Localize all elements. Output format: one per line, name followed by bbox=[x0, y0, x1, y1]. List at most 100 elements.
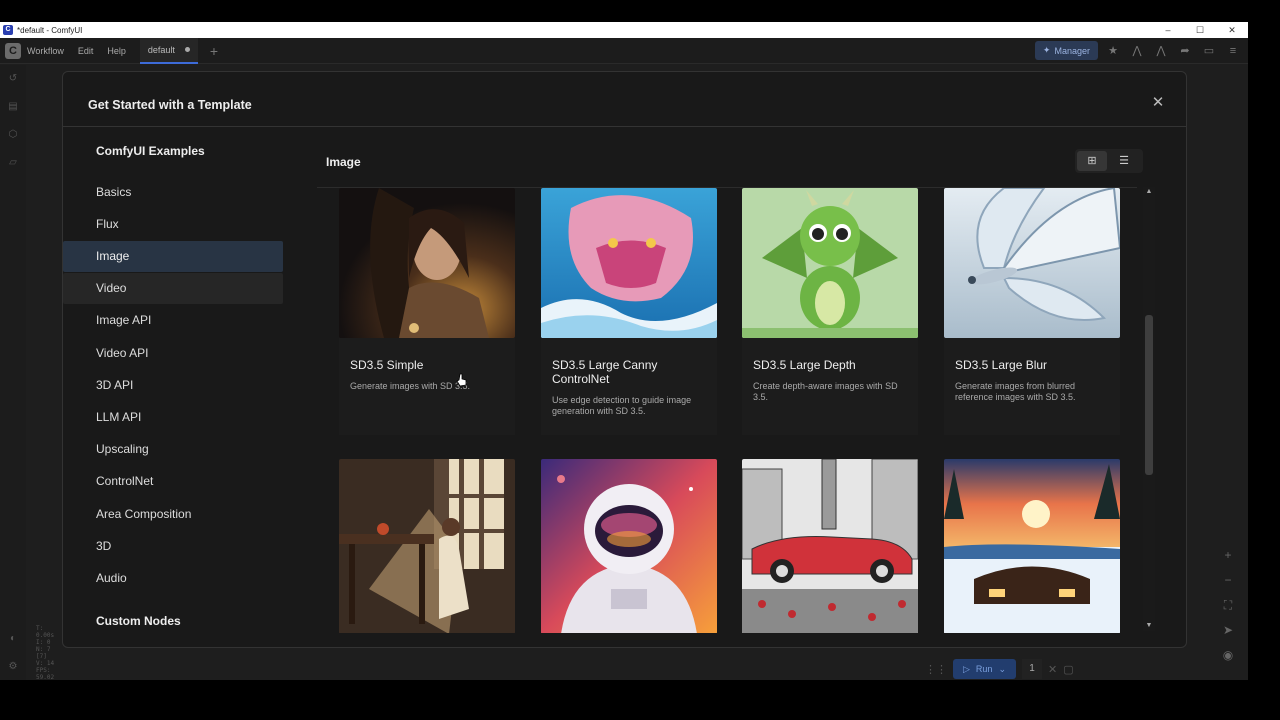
star-icon[interactable]: ★ bbox=[1104, 44, 1122, 57]
nav-item-controlnet[interactable]: ControlNet bbox=[63, 466, 283, 497]
stat-i: I: 0 bbox=[36, 639, 51, 646]
menubar-right-tools: ✦ Manager ★ ⋀ ⋀ ➦ ▭ ≡ bbox=[1034, 41, 1242, 60]
batch-count-input[interactable]: 1 bbox=[1021, 659, 1042, 679]
template-card-body: SD3.5 Large Depth Create depth-aware ima… bbox=[742, 338, 918, 435]
template-thumbnail bbox=[339, 459, 515, 633]
grid-scrollbar[interactable]: ▲ ▼ bbox=[1143, 187, 1155, 631]
run-label: Run bbox=[975, 664, 993, 674]
play-icon: ▷ bbox=[963, 663, 970, 674]
template-card[interactable] bbox=[541, 459, 717, 633]
section-title: Image bbox=[326, 155, 361, 169]
template-card-sd35-simple[interactable]: SD3.5 Simple Generate images with SD 3.5… bbox=[339, 188, 515, 435]
comfyui-logo-icon[interactable]: C bbox=[5, 42, 21, 59]
menu-edit[interactable]: Edit bbox=[78, 46, 94, 56]
nav-item-upscaling[interactable]: Upscaling bbox=[63, 434, 283, 465]
list-view-icon[interactable]: ☰ bbox=[1109, 151, 1139, 171]
template-card-sd35-large-depth[interactable]: SD3.5 Large Depth Create depth-aware ima… bbox=[742, 188, 918, 435]
zoom-in-icon[interactable]: + bbox=[1216, 548, 1240, 573]
panel-toggle-icon[interactable]: ▭ bbox=[1200, 44, 1218, 57]
template-thumbnail bbox=[944, 459, 1120, 633]
puzzle-icon: ✦ bbox=[1042, 45, 1051, 55]
share-icon[interactable]: ➦ bbox=[1176, 44, 1194, 57]
fit-view-icon[interactable]: ⛶ bbox=[1216, 598, 1240, 623]
template-card[interactable] bbox=[742, 459, 918, 633]
nav-item-flux[interactable]: Flux bbox=[63, 209, 283, 240]
grid-view-icon[interactable]: ⊞ bbox=[1077, 151, 1107, 171]
run-toolbar: ⋮⋮ ▷ Run ⌄ 1 ✕ ▢ bbox=[925, 658, 1115, 680]
scroll-up-icon[interactable]: ▲ bbox=[1143, 187, 1155, 197]
folder-icon[interactable]: ▱ bbox=[0, 149, 26, 177]
node-library-icon[interactable]: ⬡ bbox=[0, 121, 26, 149]
window-titlebar: C *default - ComfyUI – ☐ ✕ bbox=[0, 22, 1248, 38]
stat-n: N: 7 [7] bbox=[36, 646, 51, 660]
left-sidebar-rail: ↺ ▤ ⬡ ▱ ◐ ⚙ T: 0.00s I: 0 N: 7 [7] V: 14… bbox=[0, 65, 54, 680]
theme-toggle-icon[interactable]: ◐ bbox=[0, 625, 26, 653]
stat-time: T: 0.00s bbox=[36, 625, 55, 639]
canvas-controls: + − ⛶ ➤ ◉ bbox=[1216, 548, 1240, 673]
template-card[interactable] bbox=[944, 459, 1120, 633]
settings-gear-icon[interactable]: ⚙ bbox=[0, 653, 26, 680]
scrollbar-thumb[interactable] bbox=[1145, 315, 1153, 475]
nav-item-3d-api[interactable]: 3D API bbox=[63, 370, 283, 401]
window-close-button[interactable]: ✕ bbox=[1216, 22, 1248, 38]
workflow-tab-label: default bbox=[147, 44, 175, 55]
manager-button[interactable]: ✦ Manager bbox=[1034, 41, 1098, 60]
drag-handle-icon[interactable]: ⋮⋮ bbox=[925, 663, 947, 676]
new-tab-plus-icon[interactable]: + bbox=[210, 43, 218, 59]
visibility-eye-icon[interactable]: ◉ bbox=[1216, 648, 1240, 673]
dialog-close-icon[interactable]: ✕ bbox=[1150, 95, 1166, 112]
template-category-nav: ComfyUI Examples Basics Flux Image Video… bbox=[63, 128, 284, 647]
chevron-down-icon[interactable]: ⌄ bbox=[998, 664, 1006, 675]
template-card-desc: Generate images from blurred reference i… bbox=[955, 381, 1076, 402]
top-menubar: C Workflow Edit Help default + ✦ Manager… bbox=[0, 38, 1248, 64]
template-card-body: SD3.5 Large Canny ControlNet Use edge de… bbox=[541, 338, 717, 435]
template-card[interactable] bbox=[339, 459, 515, 633]
template-card-sd35-large-canny-controlnet[interactable]: SD3.5 Large Canny ControlNet Use edge de… bbox=[541, 188, 717, 435]
nav-item-3d[interactable]: 3D bbox=[63, 531, 283, 562]
model-alt-icon[interactable]: ⋀ bbox=[1152, 44, 1170, 57]
template-card-desc: Use edge detection to guide image genera… bbox=[552, 395, 692, 416]
unsaved-dot-icon bbox=[184, 47, 190, 52]
cancel-x-icon[interactable]: ✕ bbox=[1048, 663, 1057, 676]
stat-v: V: 14 bbox=[36, 660, 55, 667]
template-thumbnail bbox=[742, 459, 918, 633]
maximize-button[interactable]: ☐ bbox=[1184, 22, 1216, 38]
nav-item-video-api[interactable]: Video API bbox=[63, 338, 283, 369]
template-thumbnail bbox=[541, 459, 717, 633]
dialog-header: Get Started with a Template ✕ bbox=[63, 72, 1186, 127]
template-thumbnail bbox=[541, 188, 717, 338]
template-card-sd35-large-blur[interactable]: SD3.5 Large Blur Generate images from bl… bbox=[944, 188, 1120, 435]
comfyui-app-icon: C bbox=[3, 25, 13, 35]
template-thumbnail bbox=[944, 188, 1120, 338]
hamburger-menu-icon[interactable]: ≡ bbox=[1224, 45, 1242, 57]
minimize-button[interactable]: – bbox=[1152, 22, 1184, 38]
run-button[interactable]: ▷ Run ⌄ bbox=[953, 659, 1016, 679]
nav-item-video[interactable]: Video bbox=[63, 273, 283, 304]
menu-workflow[interactable]: Workflow bbox=[27, 46, 64, 56]
template-thumbnail bbox=[339, 188, 515, 338]
nav-item-image[interactable]: Image bbox=[63, 241, 283, 272]
queue-icon[interactable]: ▤ bbox=[0, 93, 26, 121]
zoom-out-icon[interactable]: − bbox=[1216, 573, 1240, 598]
nav-item-image-api[interactable]: Image API bbox=[63, 305, 283, 336]
template-card-title: SD3.5 Large Blur bbox=[955, 358, 1048, 372]
workflow-tab-default[interactable]: default bbox=[139, 38, 198, 64]
stop-square-icon[interactable]: ▢ bbox=[1063, 663, 1073, 676]
menu-help[interactable]: Help bbox=[107, 46, 126, 56]
stat-fps: FPS: 59.02 bbox=[36, 667, 55, 680]
template-card-body: SD3.5 Large Blur Generate images from bl… bbox=[944, 338, 1120, 435]
template-card-title: SD3.5 Simple bbox=[350, 358, 424, 372]
hand-cursor-icon bbox=[456, 373, 467, 387]
nav-heading-custom-nodes: Custom Nodes bbox=[96, 614, 181, 628]
nav-item-basics[interactable]: Basics bbox=[63, 177, 283, 208]
model-icon[interactable]: ⋀ bbox=[1128, 44, 1146, 57]
nav-item-area-composition[interactable]: Area Composition bbox=[63, 499, 283, 530]
history-icon[interactable]: ↺ bbox=[0, 65, 26, 93]
nav-item-llm-api[interactable]: LLM API bbox=[63, 402, 283, 433]
select-mode-icon[interactable]: ➤ bbox=[1216, 623, 1240, 648]
nav-item-audio[interactable]: Audio bbox=[63, 563, 283, 594]
screen: C *default - ComfyUI – ☐ ✕ C Workflow Ed… bbox=[0, 0, 1280, 720]
template-thumbnail bbox=[742, 188, 918, 338]
scroll-down-icon[interactable]: ▼ bbox=[1143, 621, 1155, 631]
manager-label: Manager bbox=[1054, 45, 1090, 56]
